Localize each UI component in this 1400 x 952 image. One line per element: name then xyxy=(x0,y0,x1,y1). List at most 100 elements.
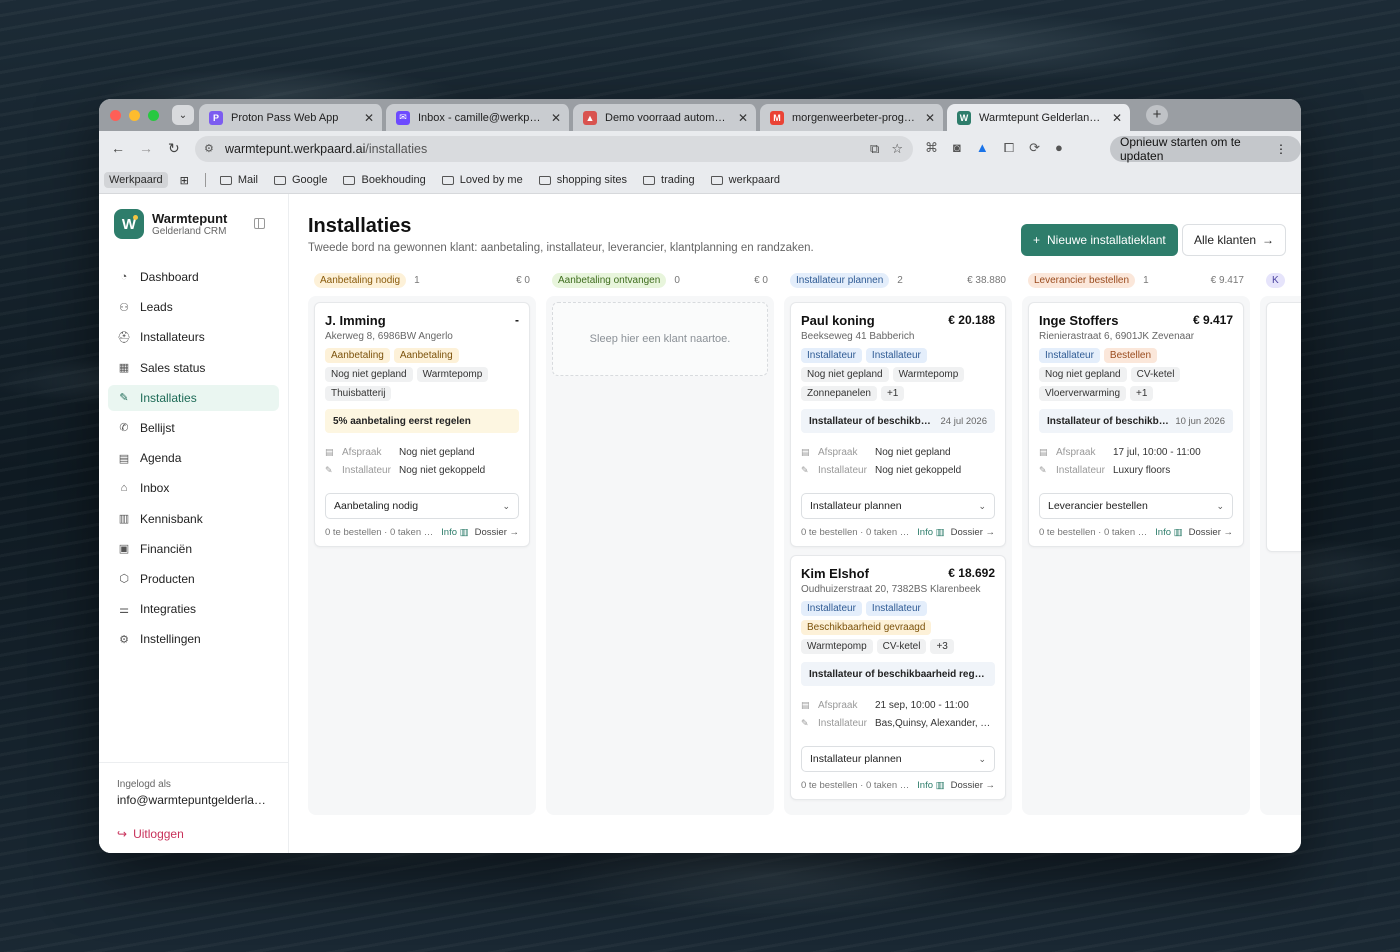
browser-tab[interactable]: ▲ Demo voorraad automatisering ✕ xyxy=(573,104,758,131)
sidebar-item-inbox[interactable]: ⌂ Inbox xyxy=(108,475,279,501)
sidebar-item-sales-status[interactable]: ▦ Sales status xyxy=(108,355,279,381)
bookmark-folder-werkpaard[interactable]: werkpaard xyxy=(710,174,780,186)
sync-icon[interactable]: ⟳ xyxy=(1029,140,1040,156)
bookmark-folder-loved[interactable]: Loved by me xyxy=(441,174,523,186)
stage-select[interactable]: Installateur plannen ⌄ xyxy=(801,746,995,772)
drive-icon[interactable]: ▲ xyxy=(976,140,989,156)
sidebar-item-financien[interactable]: ▣ Financiën xyxy=(108,536,279,562)
back-icon[interactable]: ← xyxy=(111,140,125,156)
close-tab-icon[interactable]: ✕ xyxy=(364,111,374,125)
info-link[interactable]: Info ▥ xyxy=(1155,527,1182,538)
bookmark-label: Loved by me xyxy=(459,174,523,186)
bookmark-folder-boekhouding[interactable]: Boekhouding xyxy=(343,174,426,186)
tab-title: Warmtepunt Gelderland — CRM xyxy=(979,111,1104,124)
browser-tab[interactable]: M morgenweerbeter-prog invite ✕ xyxy=(760,104,945,131)
info-link[interactable]: Info ▥ xyxy=(917,780,944,791)
extensions-puzzle-icon[interactable]: ⧠ xyxy=(1004,140,1014,156)
action-alert: Installateur of beschikbaarheid regelen 1… xyxy=(1039,409,1233,433)
client-card[interactable]: Kim Elshof € 18.692 Oudhuizerstraat 20, … xyxy=(790,555,1006,800)
dossier-link[interactable]: Dossier → xyxy=(951,527,995,538)
info-link[interactable]: Info ▥ xyxy=(441,527,468,538)
stage-select[interactable]: Installateur plannen ⌄ xyxy=(801,493,995,519)
extension-icon[interactable]: ⌘ xyxy=(925,140,938,156)
minimize-window-button[interactable] xyxy=(129,110,140,121)
sidebar-item-bellijst[interactable]: ✆ Bellijst xyxy=(108,415,279,441)
calendar-icon: ▤ xyxy=(801,446,810,457)
bookmark-folder-trading[interactable]: trading xyxy=(643,174,695,186)
bookmark-folder-shopping[interactable]: shopping sites xyxy=(538,174,627,186)
sidebar-item-installaties[interactable]: ✎ Installaties xyxy=(108,384,279,411)
sidebar-item-leads[interactable]: ⚇ Leads xyxy=(108,294,279,320)
drop-zone-text: Sleep hier een klant naartoe. xyxy=(589,333,731,345)
client-card[interactable]: Paul koning € 20.188 Beekseweg 41 Babber… xyxy=(790,302,1006,547)
close-tab-icon[interactable]: ✕ xyxy=(1112,111,1122,125)
collapse-sidebar-icon[interactable] xyxy=(254,218,265,229)
close-tab-icon[interactable]: ✕ xyxy=(551,111,561,125)
tag-more[interactable]: +1 xyxy=(1130,386,1154,401)
tag: CV-ketel xyxy=(876,639,927,654)
stage-select[interactable]: Leverancier bestellen ⌄ xyxy=(1039,493,1233,519)
sidebar-item-dashboard[interactable]: ◔ Dashboard xyxy=(108,264,279,290)
client-name[interactable]: Kim Elshof xyxy=(801,566,869,581)
close-tab-icon[interactable]: ✕ xyxy=(738,111,748,125)
sidebar-item-integraties[interactable]: ⚌ Integraties xyxy=(108,596,279,622)
plug-icon: ⚌ xyxy=(119,603,129,616)
client-card[interactable]: Inge Stoffers € 9.417 Rienierastraat 6, … xyxy=(1028,302,1244,547)
forward-icon[interactable]: → xyxy=(139,140,153,156)
bookmark-star-icon[interactable]: ☆ xyxy=(891,141,903,157)
client-card[interactable] xyxy=(1266,302,1301,552)
client-amount: € 18.692 xyxy=(948,566,995,580)
close-window-button[interactable] xyxy=(110,110,121,121)
stage-select[interactable]: Aanbetaling nodig ⌄ xyxy=(325,493,519,519)
client-name[interactable]: Inge Stoffers xyxy=(1039,313,1118,328)
apps-grid-icon[interactable]: ⊞ xyxy=(180,174,189,187)
sidebar-item-installateurs[interactable]: ⛑ Installateurs xyxy=(108,324,279,350)
camera-icon[interactable]: ◙ xyxy=(953,140,961,156)
client-address: Beekseweg 41 Babberich xyxy=(801,331,915,342)
reload-icon[interactable]: ↻ xyxy=(168,140,180,157)
tab-search-chevron-icon[interactable]: ⌄ xyxy=(172,105,194,125)
stage-badge: Leverancier bestellen xyxy=(1028,272,1136,288)
sidebar-item-agenda[interactable]: ▤ Agenda xyxy=(108,445,279,471)
profile-avatar-icon[interactable]: ● xyxy=(1055,140,1063,156)
client-name[interactable]: Paul koning xyxy=(801,313,875,328)
sidebar-item-instellingen[interactable]: ⚙ Instellingen xyxy=(108,626,279,652)
dossier-link[interactable]: Dossier → xyxy=(475,527,519,538)
maximize-window-button[interactable] xyxy=(148,110,159,121)
bookmark-werkpaard[interactable]: Werkpaard xyxy=(104,172,168,188)
update-button[interactable]: Opnieuw starten om te updaten ⋮ xyxy=(1110,135,1301,163)
drop-zone[interactable]: Sleep hier een klant naartoe. xyxy=(552,302,768,376)
brand[interactable]: W Warmtepunt Gelderland CRM xyxy=(114,209,227,239)
column-header: K xyxy=(1260,272,1301,288)
browser-tab[interactable]: ✉ Inbox - camille@werkpaard.ai ✕ xyxy=(386,104,571,131)
logout-icon: ↪ xyxy=(117,827,128,841)
tag-list: Installateur Installateur Nog niet gepla… xyxy=(801,348,995,401)
sidebar-item-kennisbank[interactable]: ▥ Kennisbank xyxy=(108,506,279,532)
close-tab-icon[interactable]: ✕ xyxy=(925,111,935,125)
tag-more[interactable]: +1 xyxy=(880,386,905,401)
browser-tab[interactable]: P Proton Pass Web App ✕ xyxy=(199,104,384,131)
more-menu-icon[interactable]: ⋮ xyxy=(1275,142,1287,156)
address-bar[interactable]: ⚙ warmtepunt.werkpaard.ai/installaties ⧉… xyxy=(195,136,913,162)
window-controls xyxy=(110,110,159,121)
new-installation-client-button[interactable]: + Nieuwe installatieklant xyxy=(1021,224,1178,256)
site-settings-icon[interactable]: ⚙ xyxy=(204,142,214,155)
client-card[interactable]: J. Imming - Akerweg 8, 6986BW Angerlo Aa… xyxy=(314,302,530,547)
calendar-icon: ▤ xyxy=(325,446,334,457)
meta-label: Installateur xyxy=(1056,464,1105,476)
bookmark-folder-mail[interactable]: Mail xyxy=(219,174,258,186)
dossier-link[interactable]: Dossier → xyxy=(1189,527,1233,538)
bookmark-folder-google[interactable]: Google xyxy=(274,174,327,186)
tag-more[interactable]: +3 xyxy=(930,639,954,654)
install-app-icon[interactable]: ⧉ xyxy=(870,141,879,157)
browser-tab-active[interactable]: W Warmtepunt Gelderland — CRM ✕ xyxy=(947,104,1132,131)
new-tab-button[interactable]: + xyxy=(1146,105,1168,125)
dossier-link[interactable]: Dossier → xyxy=(951,780,995,791)
logout-button[interactable]: ↪ Uitloggen xyxy=(117,827,271,841)
tag: CV-ketel xyxy=(1130,367,1181,382)
all-clients-button[interactable]: Alle klanten → xyxy=(1182,224,1287,256)
client-name[interactable]: J. Imming xyxy=(325,313,386,328)
sidebar-item-producten[interactable]: ⬡ Producten xyxy=(108,566,279,592)
info-link[interactable]: Info ▥ xyxy=(917,527,944,538)
users-icon: ⚇ xyxy=(119,301,129,314)
